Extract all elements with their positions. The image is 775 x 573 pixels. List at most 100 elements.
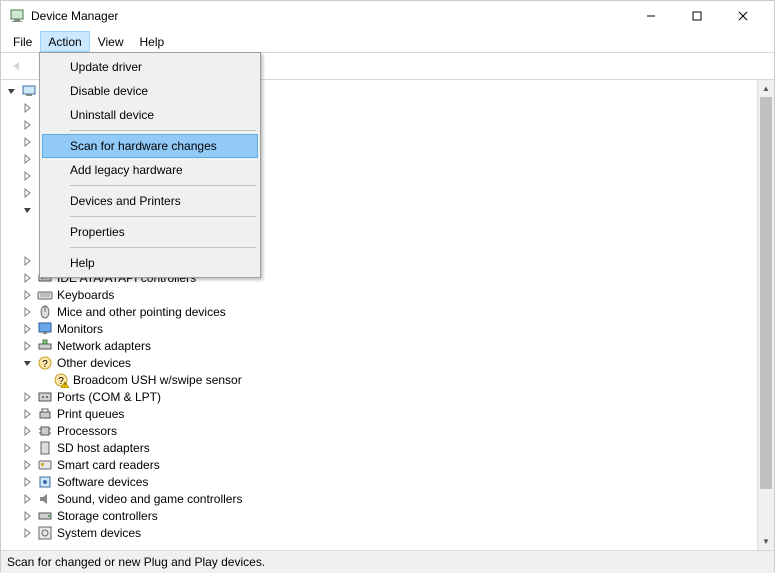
expander-icon[interactable] bbox=[21, 441, 35, 455]
expander-icon[interactable] bbox=[21, 135, 35, 149]
tree-node-label: Smart card readers bbox=[57, 458, 160, 472]
smartcard-icon bbox=[37, 457, 53, 473]
keyboard-icon bbox=[37, 287, 53, 303]
menuitem-scan-for-hardware-changes[interactable]: Scan for hardware changes bbox=[42, 134, 258, 158]
menuitem-update-driver[interactable]: Update driver bbox=[42, 55, 258, 79]
tree-node[interactable]: Monitors bbox=[3, 320, 757, 337]
menuitem-help[interactable]: Help bbox=[42, 251, 258, 275]
maximize-button[interactable] bbox=[674, 1, 720, 31]
other-icon: ? bbox=[37, 355, 53, 371]
tree-node[interactable]: Software devices bbox=[3, 473, 757, 490]
tree-node-label: Storage controllers bbox=[57, 509, 158, 523]
tree-node[interactable]: ? Other devices bbox=[3, 354, 757, 371]
tree-node[interactable]: SD host adapters bbox=[3, 439, 757, 456]
expander-icon[interactable] bbox=[21, 526, 35, 540]
tree-node[interactable]: ?! Broadcom USH w/swipe sensor bbox=[3, 371, 757, 388]
tree-node-label: Software devices bbox=[57, 475, 148, 489]
expander-icon[interactable] bbox=[5, 84, 19, 98]
menuitem-add-legacy-hardware[interactable]: Add legacy hardware bbox=[42, 158, 258, 182]
svg-text:?: ? bbox=[42, 359, 48, 370]
menuitem-properties[interactable]: Properties bbox=[42, 220, 258, 244]
warning-icon: ?! bbox=[53, 372, 69, 388]
tree-node-label: Broadcom USH w/swipe sensor bbox=[73, 373, 242, 387]
expander-icon[interactable] bbox=[21, 356, 35, 370]
close-button[interactable] bbox=[720, 1, 766, 31]
menu-separator bbox=[70, 130, 256, 131]
expander-icon[interactable] bbox=[21, 101, 35, 115]
tree-node-label: Processors bbox=[57, 424, 117, 438]
software-icon bbox=[37, 474, 53, 490]
statusbar: Scan for changed or new Plug and Play de… bbox=[1, 551, 774, 573]
tree-node[interactable]: Storage controllers bbox=[3, 507, 757, 524]
scroll-thumb[interactable] bbox=[760, 97, 772, 489]
expander-icon[interactable] bbox=[21, 390, 35, 404]
tree-node-label: Mice and other pointing devices bbox=[57, 305, 226, 319]
sound-icon bbox=[37, 491, 53, 507]
tree-node[interactable]: Sound, video and game controllers bbox=[3, 490, 757, 507]
menu-help[interactable]: Help bbox=[132, 31, 173, 52]
system-icon bbox=[37, 525, 53, 541]
port-icon bbox=[37, 389, 53, 405]
tree-node[interactable]: Smart card readers bbox=[3, 456, 757, 473]
tree-node-label: SD host adapters bbox=[57, 441, 150, 455]
menu-view[interactable]: View bbox=[90, 31, 132, 52]
scroll-up-button[interactable]: ▲ bbox=[758, 80, 774, 97]
menuitem-devices-and-printers[interactable]: Devices and Printers bbox=[42, 189, 258, 213]
expander-icon[interactable] bbox=[21, 492, 35, 506]
storage-icon bbox=[37, 508, 53, 524]
back-button[interactable] bbox=[5, 55, 29, 77]
menu-action[interactable]: Action bbox=[40, 31, 89, 52]
scroll-track[interactable] bbox=[758, 97, 774, 533]
tree-node[interactable]: Network adapters bbox=[3, 337, 757, 354]
printer-icon bbox=[37, 406, 53, 422]
expander-icon[interactable] bbox=[21, 424, 35, 438]
network-icon bbox=[37, 338, 53, 354]
app-icon bbox=[9, 8, 25, 24]
expander-spacer bbox=[37, 373, 51, 387]
expander-icon[interactable] bbox=[21, 152, 35, 166]
expander-icon[interactable] bbox=[21, 305, 35, 319]
expander-icon[interactable] bbox=[21, 509, 35, 523]
expander-icon[interactable] bbox=[21, 254, 35, 268]
tree-node[interactable]: Print queues bbox=[3, 405, 757, 422]
action-menu-dropdown: Update driverDisable deviceUninstall dev… bbox=[39, 52, 261, 278]
expander-icon[interactable] bbox=[21, 203, 35, 217]
menuitem-uninstall-device[interactable]: Uninstall device bbox=[42, 103, 258, 127]
expander-icon[interactable] bbox=[21, 407, 35, 421]
tree-node[interactable]: Ports (COM & LPT) bbox=[3, 388, 757, 405]
tree-node[interactable]: Processors bbox=[3, 422, 757, 439]
expander-icon[interactable] bbox=[21, 322, 35, 336]
window-controls bbox=[628, 1, 766, 31]
tree-node-label: Network adapters bbox=[57, 339, 151, 353]
tree-node[interactable]: System devices bbox=[3, 524, 757, 541]
menu-separator bbox=[70, 185, 256, 186]
minimize-button[interactable] bbox=[628, 1, 674, 31]
expander-icon[interactable] bbox=[21, 169, 35, 183]
sd-icon bbox=[37, 440, 53, 456]
expander-icon[interactable] bbox=[21, 186, 35, 200]
menubar: FileActionViewHelp bbox=[1, 31, 774, 52]
expander-icon[interactable] bbox=[21, 339, 35, 353]
tree-node-label: Other devices bbox=[57, 356, 131, 370]
tree-node-label: Sound, video and game controllers bbox=[57, 492, 242, 506]
computer-icon bbox=[21, 83, 37, 99]
expander-icon[interactable] bbox=[21, 271, 35, 285]
scroll-down-button[interactable]: ▼ bbox=[758, 533, 774, 550]
menu-separator bbox=[70, 216, 256, 217]
menuitem-disable-device[interactable]: Disable device bbox=[42, 79, 258, 103]
menu-file[interactable]: File bbox=[5, 31, 40, 52]
monitor-icon bbox=[37, 321, 53, 337]
cpu-icon bbox=[37, 423, 53, 439]
expander-icon[interactable] bbox=[21, 288, 35, 302]
vertical-scrollbar[interactable]: ▲ ▼ bbox=[757, 80, 774, 550]
expander-icon[interactable] bbox=[21, 458, 35, 472]
expander-icon[interactable] bbox=[21, 475, 35, 489]
tree-node-label: Keyboards bbox=[57, 288, 114, 302]
status-text: Scan for changed or new Plug and Play de… bbox=[7, 555, 265, 569]
mouse-icon bbox=[37, 304, 53, 320]
tree-node[interactable]: Mice and other pointing devices bbox=[3, 303, 757, 320]
tree-node[interactable]: Keyboards bbox=[3, 286, 757, 303]
tree-node-label: Print queues bbox=[57, 407, 124, 421]
tree-node-label: Ports (COM & LPT) bbox=[57, 390, 161, 404]
expander-icon[interactable] bbox=[21, 118, 35, 132]
